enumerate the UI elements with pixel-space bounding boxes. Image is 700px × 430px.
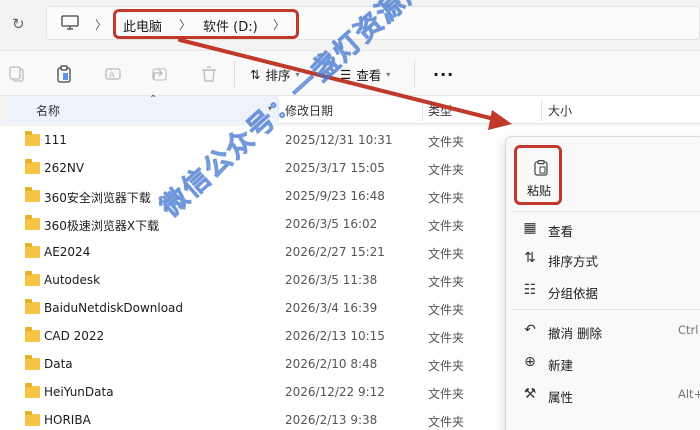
chevron-right-icon: 〉 [95,18,108,32]
folder-icon [25,327,40,342]
sort-ascending-icon: ⌃ [149,94,158,105]
folder-icon [25,187,40,202]
folder-icon [25,383,40,398]
file-name: 360安全浏览器下载 [44,191,151,205]
file-name: HORIBA [44,413,91,427]
paste-icon[interactable] [55,65,73,83]
column-size-label[interactable]: 大小 [548,102,572,119]
file-type: 文件夹 [428,275,465,289]
grid-icon: ▦ [523,220,537,236]
column-header-row: ⌃ 名称 ▾ 修改日期 类型 大小 [6,94,700,124]
file-type: 文件夹 [428,135,465,149]
file-type: 文件夹 [428,359,465,373]
file-name: 111 [44,133,67,147]
chevron-right-icon: 〉 [179,18,192,32]
column-divider[interactable] [422,99,423,121]
file-type: 文件夹 [428,163,465,177]
share-icon[interactable] [151,65,169,83]
paste-label: 粘贴 [527,184,552,198]
menu-divider [512,211,700,212]
file-date: 2025/9/23 16:48 [285,189,385,203]
file-type: 文件夹 [428,191,465,205]
file-name: Autodesk [44,273,101,287]
chevron-right-icon[interactable]: 〉 [273,16,285,33]
file-date: 2026/12/22 9:12 [285,385,385,399]
column-divider[interactable] [541,99,542,121]
folder-icon [25,215,40,230]
file-date: 2026/3/5 16:02 [285,217,378,231]
menu-divider [512,309,700,310]
more-options-button[interactable]: ··· [433,65,454,84]
svg-text:A: A [109,71,115,80]
file-type: 文件夹 [428,219,465,233]
file-type: 文件夹 [428,415,465,429]
folder-icon [25,159,40,174]
context-menu: 粘贴 ▦ 查看 ⇅ 排序方式 ☷ 分组依据 ↶ 撤消 删除 Ctrl+ ⊕ 新建 ⚒ 属性 Alt+ [505,136,700,430]
context-menu-shortcut: Ctrl+ [678,323,700,337]
paste-icon [534,160,548,176]
folder-icon [25,355,40,370]
file-date: 2026/2/13 9:38 [285,413,378,427]
file-date: 2025/3/17 15:05 [285,161,385,175]
toolbar-divider [414,61,415,87]
context-menu-label: 新建 [548,358,574,373]
computer-icon [61,15,79,30]
delete-icon[interactable] [200,65,218,83]
context-menu-shortcut: Alt+ [678,387,700,401]
context-menu-label: 排序方式 [548,254,599,269]
view-label: 查看 [356,67,382,83]
file-name: AE2024 [44,245,91,259]
file-type: 文件夹 [428,247,465,261]
context-menu-item[interactable]: ⚒ 属性 Alt+ [506,379,700,409]
file-name: BaiduNetdiskDownload [44,301,184,315]
file-name: Data [44,357,73,371]
sort-icon: ⇅ [524,250,536,266]
folder-icon [25,299,40,314]
breadcrumb-drive-d[interactable]: 软件 (D:) [203,16,258,35]
folder-icon [25,131,40,146]
toolbar-divider [234,61,235,87]
file-name: 262NV [44,161,85,175]
breadcrumb-this-pc[interactable]: 此电脑 [123,16,162,35]
context-menu-item[interactable]: ☷ 分组依据 [506,275,700,305]
context-menu-label: 分组依据 [548,286,599,301]
file-name: HeiYunData [44,385,114,399]
new-icon: ⊕ [524,354,536,370]
column-type-label[interactable]: 类型 [428,102,452,119]
group-icon: ☷ [523,282,537,298]
file-date: 2026/2/10 8:48 [285,357,378,371]
context-menu-label: 属性 [548,390,574,405]
context-menu-label: 撤消 删除 [548,326,602,341]
file-date: 2025/12/31 10:31 [285,133,393,147]
folder-icon [25,243,40,258]
context-menu-item[interactable]: ↶ 撤消 删除 Ctrl+ [506,315,700,345]
column-name-label: 名称 [36,104,61,118]
file-date: 2026/3/5 11:38 [285,273,378,287]
file-date: 2026/2/13 10:15 [285,329,385,343]
context-menu-item[interactable]: ▦ 查看 [506,213,700,243]
context-menu-item[interactable]: ⊕ 新建 [506,347,700,377]
file-type: 文件夹 [428,303,465,317]
file-date: 2026/2/27 15:21 [285,245,385,259]
chevron-down-icon: ▾ [386,69,391,79]
file-type: 文件夹 [428,331,465,345]
file-type: 文件夹 [428,387,465,401]
sort-icon: ⇅ [250,66,261,82]
folder-icon [25,411,40,426]
refresh-icon[interactable]: ↻ [12,16,28,32]
context-menu-label: 查看 [548,224,574,239]
file-name: CAD 2022 [44,329,105,343]
copy-icon[interactable] [8,65,26,83]
rename-icon[interactable]: A [104,65,122,83]
wrench-icon: ⚒ [523,386,537,402]
paste-button[interactable]: 粘贴 [514,145,562,205]
file-name: 360极速浏览器X下载 [44,219,160,233]
file-date: 2026/3/4 16:39 [285,301,378,315]
folder-icon [25,271,40,286]
context-menu-item[interactable]: ⇅ 排序方式 [506,243,700,273]
undo-icon: ↶ [524,322,536,338]
